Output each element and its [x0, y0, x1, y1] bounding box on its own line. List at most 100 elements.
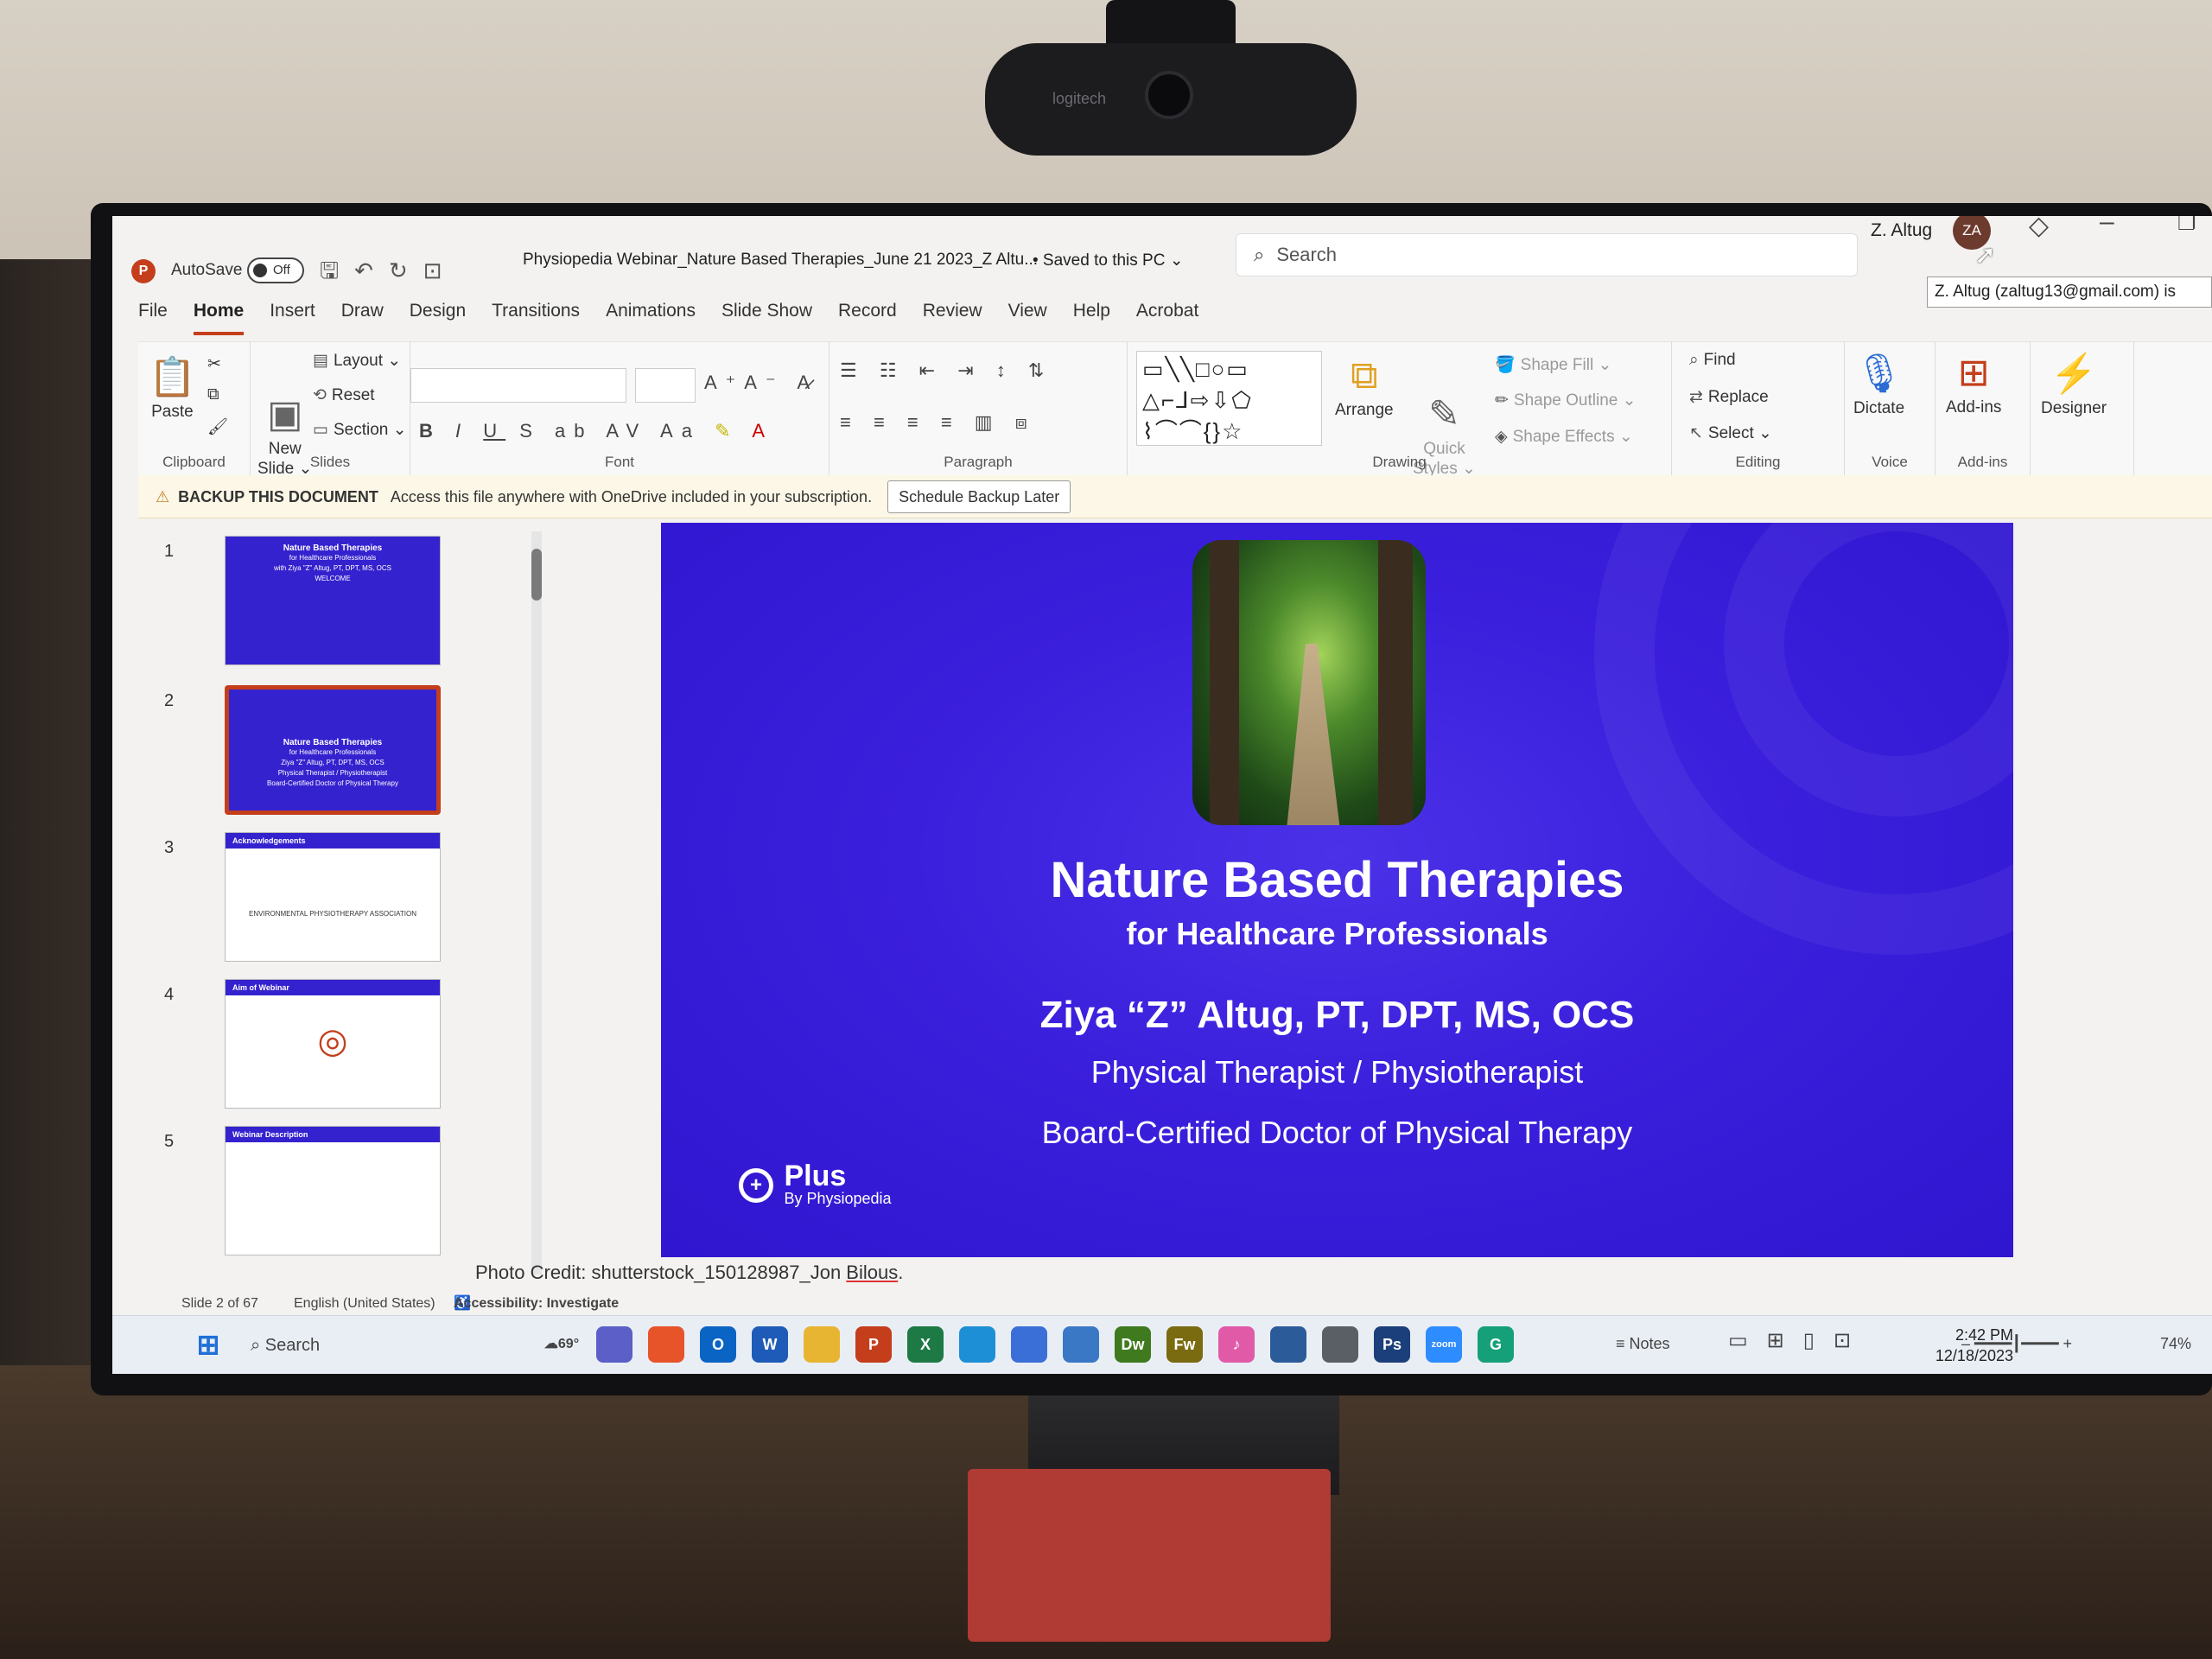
paste-button[interactable]: 📋 Paste — [149, 354, 196, 422]
edge-icon[interactable] — [959, 1326, 995, 1363]
slide-thumbnail-pane: 1 Nature Based Therapies for Healthcare … — [138, 523, 542, 1283]
fireworks-icon[interactable]: Fw — [1166, 1326, 1203, 1363]
video-editor-icon[interactable] — [1270, 1326, 1306, 1363]
webcam-brand: logitech — [1052, 90, 1107, 107]
view-buttons[interactable]: ▭⊞▯⊡ — [1728, 1328, 1870, 1353]
magnifier-icon: ⌕ — [1689, 351, 1699, 369]
store-icon[interactable] — [1011, 1326, 1047, 1363]
calculator-icon[interactable] — [1063, 1326, 1099, 1363]
powerpoint-icon[interactable]: P — [855, 1326, 892, 1363]
tab-insert[interactable]: Insert — [270, 301, 315, 335]
redo-icon[interactable]: ↻ — [389, 257, 423, 283]
tab-transitions[interactable]: Transitions — [492, 301, 580, 335]
dictate-button[interactable]: 🎙 Dictate — [1853, 351, 1904, 418]
tab-record[interactable]: Record — [838, 301, 897, 335]
font-label: Font — [604, 454, 635, 470]
editing-label: Editing — [1735, 454, 1781, 470]
firefox-icon[interactable] — [648, 1326, 684, 1363]
outlook-icon[interactable]: O — [700, 1326, 736, 1363]
user-name[interactable]: Z. Altug — [1871, 220, 1932, 241]
tab-animations[interactable]: Animations — [606, 301, 696, 335]
slide-thumbnail-3[interactable]: Acknowledgements ENVIRONMENTAL PHYSIOTHE… — [225, 832, 441, 962]
autosave-toggle[interactable]: Off — [247, 257, 304, 283]
minimize-icon[interactable]: – — [2100, 216, 2114, 237]
tab-draw[interactable]: Draw — [341, 301, 384, 335]
search-input[interactable]: ⌕ Search — [1236, 233, 1858, 276]
new-slide-icon: ▣ — [266, 393, 303, 435]
windows-start-icon[interactable]: ⊞ — [190, 1326, 226, 1363]
select-button[interactable]: ↖ Select ⌄ — [1689, 423, 1772, 443]
tab-view[interactable]: View — [1008, 301, 1047, 335]
quick-access-toolbar[interactable]: 🖫↶↻⊡ — [320, 255, 458, 293]
paragraph-label: Paragraph — [944, 454, 1013, 470]
copy-icon[interactable]: ⧉ — [207, 385, 219, 404]
ribbon-tabs: File Home Insert Draw Design Transitions… — [138, 301, 1198, 335]
tab-help[interactable]: Help — [1073, 301, 1110, 335]
camera-icon[interactable] — [1322, 1326, 1358, 1363]
taskbar-search[interactable]: ⌕ Search — [251, 1328, 458, 1363]
plus-physiopedia-logo: + Plus By Physiopedia — [739, 1161, 892, 1208]
itunes-icon[interactable]: ♪ — [1218, 1326, 1255, 1363]
zoom-icon[interactable]: zoom — [1426, 1326, 1462, 1363]
weather-widget[interactable]: ☁69° — [536, 1326, 588, 1363]
tab-slide-show[interactable]: Slide Show — [721, 301, 812, 335]
tab-home[interactable]: Home — [193, 301, 245, 335]
grammarly-icon[interactable]: G — [1478, 1326, 1514, 1363]
notes-button[interactable]: ≡ Notes — [1616, 1335, 1670, 1353]
excel-icon[interactable]: X — [907, 1326, 944, 1363]
slide-thumbnail-5[interactable]: Webinar Description — [225, 1126, 441, 1255]
dreamweaver-icon[interactable]: Dw — [1115, 1326, 1151, 1363]
restore-icon[interactable]: ❐ — [2177, 216, 2196, 236]
slide-thumbnail-4[interactable]: Aim of Webinar ◎ — [225, 979, 441, 1109]
shape-outline-button[interactable]: ✏ Shape Outline ⌄ — [1495, 391, 1637, 410]
format-painter-icon[interactable]: 🖌 — [207, 416, 228, 437]
file-explorer-icon[interactable] — [804, 1326, 840, 1363]
word-icon[interactable]: W — [752, 1326, 788, 1363]
addins-button[interactable]: ⊞ Add-ins — [1946, 351, 2001, 417]
teams-icon[interactable] — [596, 1326, 632, 1363]
font-format-controls[interactable]: B I U S ab AV Aa ✎ A — [419, 420, 773, 442]
reset-button[interactable]: ⟲ Reset — [313, 385, 375, 405]
backup-notification-bar: ⚠ BACKUP THIS DOCUMENT Access this file an… — [138, 475, 2212, 518]
tab-review[interactable]: Review — [923, 301, 982, 335]
section-button[interactable]: ▭ Section ⌄ — [313, 420, 407, 440]
premium-diamond-icon[interactable]: ◇ — [2029, 216, 2049, 241]
arrange-button[interactable]: ⧉ Arrange — [1335, 354, 1394, 420]
clock[interactable]: 2:42 PM 12/18/2023 — [1936, 1325, 2013, 1366]
cloud-icon: ☁ — [543, 1337, 558, 1351]
scrollbar-thumb[interactable] — [531, 549, 542, 601]
present-icon[interactable]: ⊡ — [423, 257, 458, 283]
alignment-controls[interactable]: ≡ ≡ ≡ ≡ ▥ ⧈ — [840, 411, 1036, 434]
backup-title: BACKUP THIS DOCUMENT — [178, 488, 378, 505]
tab-design[interactable]: Design — [410, 301, 466, 335]
font-family-select[interactable] — [410, 368, 626, 403]
shape-effects-button[interactable]: ◈ Shape Effects ⌄ — [1495, 427, 1633, 447]
list-controls[interactable]: ☰ ☷ ⇤ ⇥ ↕ ⇅ — [840, 359, 1052, 382]
undo-icon[interactable]: ↶ — [354, 257, 389, 283]
save-status[interactable]: • Saved to this PC ⌄ — [1033, 251, 1184, 270]
find-button[interactable]: ⌕ Find — [1689, 351, 1736, 370]
zoom-level[interactable]: 74% — [2160, 1335, 2191, 1353]
photoshop-icon[interactable]: Ps — [1374, 1326, 1410, 1363]
speaker-notes[interactable]: Photo Credit: shutterstock_150128987_Jon… — [475, 1262, 903, 1284]
replace-button[interactable]: ⇄ Replace — [1689, 387, 1769, 407]
layout-button[interactable]: ▤ Layout ⌄ — [313, 351, 401, 371]
thumbnail-scrollbar[interactable] — [531, 531, 542, 1274]
tab-file[interactable]: File — [138, 301, 168, 335]
shapes-gallery[interactable]: ▭╲╲□○▭ △⌐⅃⇨⇩⬠ ⌇⌒⌒{}☆ — [1136, 351, 1322, 446]
cut-icon[interactable]: ✂ — [207, 354, 221, 374]
shape-fill-button[interactable]: 🪣 Shape Fill ⌄ — [1495, 354, 1611, 375]
designer-button[interactable]: ⚡ Designer — [2041, 351, 2107, 418]
paragraph-group: ☰ ☷ ⇤ ⇥ ↕ ⇅ ≡ ≡ ≡ ≡ ▥ ⧈ Paragraph — [830, 342, 1128, 476]
drawing-group: ▭╲╲□○▭ △⌐⅃⇨⇩⬠ ⌇⌒⌒{}☆ ⧉ Arrange ✎ Quick Sty… — [1128, 342, 1672, 478]
font-size-controls[interactable]: A⁺A⁻ A̷ — [704, 372, 818, 394]
tab-acrobat[interactable]: Acrobat — [1136, 301, 1198, 335]
schedule-backup-button[interactable]: Schedule Backup Later — [887, 480, 1071, 513]
slide-canvas[interactable]: Nature Based Therapies for Healthcare Pr… — [661, 523, 2013, 1257]
save-icon[interactable]: 🖫 — [320, 257, 354, 283]
thumbnail-subtitle: ENVIRONMENTAL PHYSIOTHERAPY ASSOCIATION — [249, 910, 416, 918]
slide-thumbnail-2[interactable]: Nature Based Therapies for Healthcare Pr… — [225, 685, 441, 815]
section-icon: ▭ — [313, 421, 328, 439]
slide-thumbnail-1[interactable]: Nature Based Therapies for Healthcare Pr… — [225, 536, 441, 665]
font-size-select[interactable] — [635, 368, 696, 403]
